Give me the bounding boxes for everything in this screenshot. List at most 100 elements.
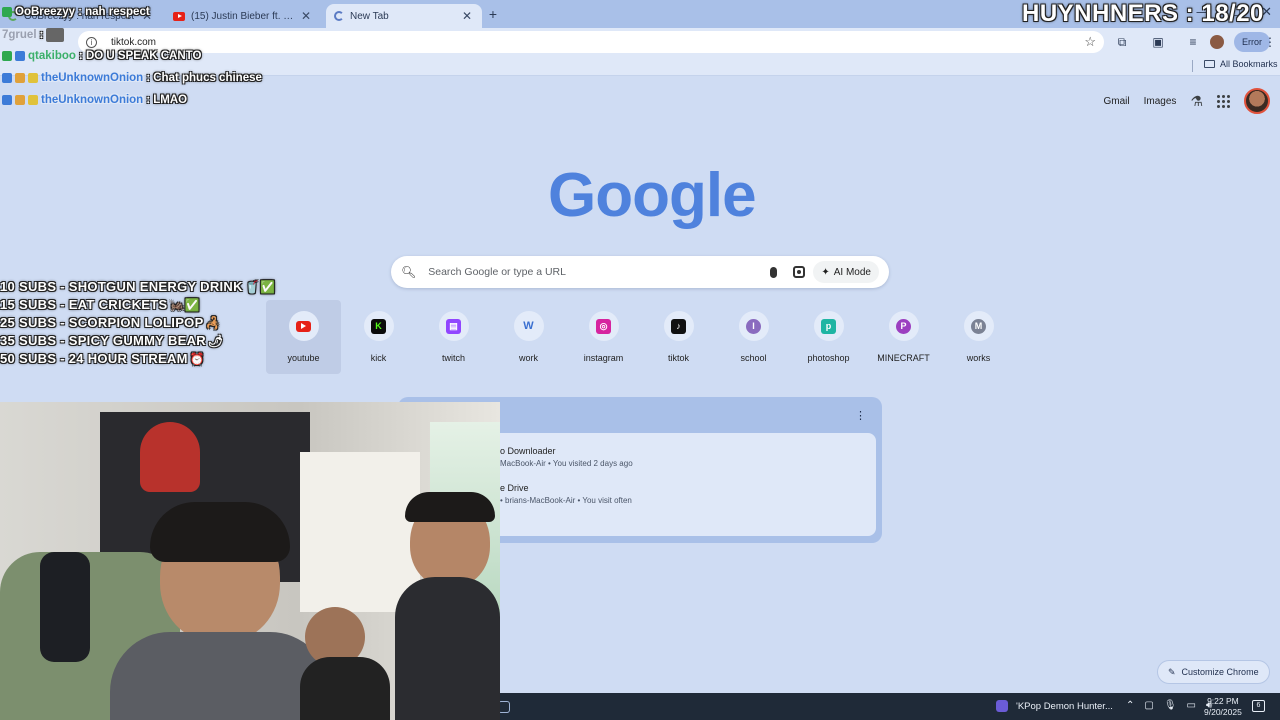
- search-input[interactable]: [428, 266, 763, 278]
- tiktok-icon: ♪: [671, 318, 686, 334]
- chat-text: : LMAO: [146, 94, 188, 106]
- shortcut-tile: M: [963, 311, 994, 341]
- images-link[interactable]: Images: [1144, 96, 1177, 107]
- shortcut-tile: p: [813, 311, 844, 341]
- shortcuts-grid: youtube Kkick ▤ twitch Wwork ◎ instagram ♪ tikto…: [266, 300, 1016, 374]
- search-box[interactable]: 🔍︎ ✦ AI Mode: [391, 256, 889, 288]
- youtube-icon: [173, 11, 185, 21]
- shortcut-work[interactable]: Wwork: [491, 300, 566, 374]
- chat-message: 7gruel :: [2, 28, 65, 42]
- shortcut-tiktok[interactable]: ♪ tiktok: [641, 300, 716, 374]
- microphone-icon[interactable]: [770, 266, 778, 278]
- recent-item-subtitle: • brians-MacBook-Air • You visit often: [500, 496, 632, 505]
- ai-mode-button[interactable]: ✦ AI Mode: [813, 261, 879, 283]
- recent-item[interactable]: o Downloader MacBook-Air • You visited 2…: [500, 446, 633, 468]
- clock-time: 9:22 PM: [1207, 696, 1239, 706]
- recent-item-subtitle: MacBook-Air • You visited 2 days ago: [500, 459, 633, 468]
- media-title: 'KPop Demon Hunter...: [1016, 700, 1113, 712]
- shortcut-school[interactable]: Ischool: [716, 300, 791, 374]
- sub-goal: 15 SUBS - EAT CRICKETS 🦗✅: [0, 297, 200, 312]
- google-lens-icon[interactable]: [793, 266, 806, 278]
- close-icon[interactable]: ✕: [299, 9, 313, 23]
- shortcut-tile: ♪: [663, 311, 694, 341]
- shortcut-instagram[interactable]: ◎ instagram: [566, 300, 641, 374]
- extensions-icon[interactable]: ⧉: [1114, 34, 1130, 50]
- gmail-link[interactable]: Gmail: [1104, 96, 1130, 107]
- shortcut-tile: K: [363, 311, 394, 341]
- chat-message: theUnknownOnion : Chat phucs chinese: [2, 72, 262, 84]
- url-input[interactable]: [111, 36, 1085, 48]
- folder-icon: [1204, 60, 1215, 68]
- shortcut-twitch[interactable]: ▤ twitch: [416, 300, 491, 374]
- tab-search-icon[interactable]: ▣: [1150, 34, 1166, 50]
- webcam-person-shirt: [300, 657, 390, 720]
- recent-item-title: e Drive: [500, 483, 529, 493]
- goal-text: 35 SUBS - SPICY GUMMY BEAR: [0, 333, 206, 348]
- pencil-icon: ✎: [1168, 666, 1176, 677]
- camera-icon[interactable]: ▢: [1144, 700, 1153, 711]
- goal-emoji: 🦗✅: [169, 298, 200, 312]
- profile-avatar[interactable]: [1210, 35, 1224, 49]
- labs-flask-icon[interactable]: ⚗: [1190, 93, 1203, 110]
- badge-icon: [2, 73, 12, 83]
- all-bookmarks-button[interactable]: All Bookmarks: [1204, 59, 1278, 69]
- shortcut-minecraft[interactable]: P MINECRAFT: [866, 300, 941, 374]
- loading-icon: [334, 11, 344, 21]
- tab-title: (15) Justin Bieber ft. Ludacris - Baby: [191, 10, 295, 22]
- account-avatar[interactable]: [1244, 88, 1270, 114]
- shortcut-tile: W: [513, 311, 544, 341]
- tab-new-tab[interactable]: New Tab ✕: [326, 4, 482, 28]
- shortcut-works[interactable]: Mworks: [941, 300, 1016, 374]
- recent-item-title: o Downloader: [500, 446, 556, 456]
- network-icon[interactable]: ▭: [1187, 700, 1196, 711]
- shortcut-label: school: [740, 353, 767, 363]
- instagram-icon: ◎: [596, 318, 611, 334]
- sub-goal: 10 SUBS - SHOTGUN ENERGY DRINK 🥤✅: [0, 279, 275, 294]
- close-icon[interactable]: ✕: [460, 9, 474, 23]
- shortcut-label: photoshop: [807, 353, 850, 363]
- microphone-icon[interactable]: 🎙︎: [1164, 700, 1177, 711]
- recent-item[interactable]: e Drive • brians-MacBook-Air • You visit…: [500, 483, 632, 505]
- shortcut-label: work: [518, 353, 538, 363]
- media-controls-icon[interactable]: ≡: [1185, 34, 1201, 50]
- badge-icon: [2, 51, 12, 61]
- badge-icon: [28, 95, 38, 105]
- notification-icon[interactable]: 6: [1252, 700, 1265, 712]
- bookmark-star-icon[interactable]: ☆: [1084, 34, 1096, 50]
- chat-username: OoBreezyy: [15, 6, 76, 18]
- shortcut-label: twitch: [441, 353, 465, 363]
- shortcut-youtube[interactable]: youtube: [266, 300, 341, 374]
- clock-date: 9/20/2025: [1204, 707, 1242, 717]
- omnibox[interactable]: i ☆: [78, 31, 1104, 53]
- goal-text: 15 SUBS - EAT CRICKETS: [0, 297, 168, 312]
- customize-chrome-button[interactable]: ✎ Customize Chrome: [1158, 661, 1269, 683]
- google-logo: Google: [548, 161, 757, 230]
- tab-youtube-video[interactable]: (15) Justin Bieber ft. Ludacris - Baby ✕: [165, 4, 321, 28]
- youtube-icon: [296, 320, 311, 332]
- shortcut-photoshop[interactable]: p photoshop: [791, 300, 866, 374]
- kebab-menu-icon[interactable]: ⋮: [855, 409, 866, 422]
- badge-icon: [2, 95, 12, 105]
- badge-icon: [15, 51, 25, 61]
- shortcut-tile: ▤: [438, 311, 469, 341]
- chevron-up-icon[interactable]: ⌃: [1126, 700, 1134, 711]
- goal-emoji: ⏰: [189, 352, 206, 366]
- kebab-menu-icon[interactable]: ⋮: [1262, 34, 1278, 50]
- shortcut-tile: P: [888, 311, 919, 341]
- work-icon: W: [521, 318, 536, 334]
- new-tab-button[interactable]: +: [485, 6, 501, 22]
- media-widget[interactable]: 'KPop Demon Hunter...: [996, 700, 1113, 712]
- system-tray: ⌃ ▢ 🎙︎ ▭ 🔊︎: [1126, 700, 1212, 711]
- clock[interactable]: 9:22 PM 9/20/2025: [1204, 696, 1242, 718]
- shortcut-kick[interactable]: Kkick: [341, 300, 416, 374]
- shortcut-label: MINECRAFT: [877, 353, 930, 363]
- chat-text: : nah respect: [78, 6, 150, 18]
- apps-grid-icon[interactable]: [1217, 94, 1230, 108]
- site-info-icon[interactable]: i: [86, 36, 97, 48]
- photoshop-icon: p: [821, 318, 836, 334]
- chat-username: qtakiboo: [28, 50, 76, 62]
- shortcut-label: works: [966, 353, 991, 363]
- shortcut-label: youtube: [287, 353, 320, 363]
- goal-text: 25 SUBS - SCORPION LOLIPOP: [0, 315, 204, 330]
- twitch-icon: ▤: [446, 318, 461, 334]
